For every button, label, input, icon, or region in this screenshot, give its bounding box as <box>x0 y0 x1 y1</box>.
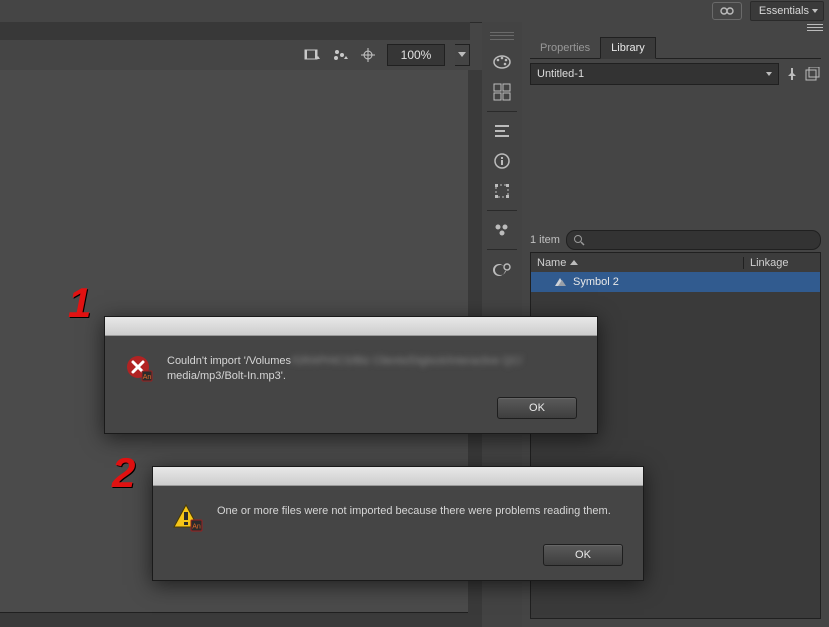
library-item-count: 1 item <box>530 234 560 246</box>
swatches-panel-icon[interactable] <box>487 78 517 106</box>
sort-asc-icon <box>570 260 578 266</box>
stage-toolbar: 100% <box>0 40 476 71</box>
library-document-select[interactable]: Untitled-1 <box>530 63 779 85</box>
transform-panel-icon[interactable] <box>487 177 517 205</box>
new-library-panel-button[interactable] <box>805 67 821 81</box>
tab-library[interactable]: Library <box>600 37 656 59</box>
panel-tabs: Properties Library <box>530 36 821 59</box>
color-panel-icon[interactable] <box>487 48 517 76</box>
library-columns-header[interactable]: Name Linkage <box>530 252 821 274</box>
search-icon <box>573 234 585 246</box>
annotation-2: 2 <box>112 452 135 494</box>
ok-button[interactable]: OK <box>497 397 577 419</box>
zoom-field[interactable]: 100% <box>387 44 445 66</box>
dialog-titlebar[interactable] <box>153 467 643 486</box>
info-panel-icon[interactable] <box>487 147 517 175</box>
library-item-row[interactable]: Symbol 2 <box>530 272 821 293</box>
workspace-label: Essentials <box>759 5 809 17</box>
warning-dialog-import: An One or more files were not imported b… <box>152 466 644 581</box>
sync-icon <box>719 5 735 17</box>
zoom-menu-button[interactable] <box>455 44 470 66</box>
tab-properties[interactable]: Properties <box>530 38 600 58</box>
library-search-input[interactable] <box>566 230 821 250</box>
ok-button[interactable]: OK <box>543 544 623 566</box>
cc-panel-icon[interactable] <box>487 255 517 283</box>
symbol-menu-button[interactable] <box>331 46 349 64</box>
library-preview <box>530 90 821 230</box>
error-icon: An <box>125 354 153 382</box>
svg-text:An: An <box>143 374 152 381</box>
svg-text:An: An <box>192 524 201 531</box>
scene-menu-button[interactable] <box>303 46 321 64</box>
pin-library-button[interactable] <box>785 67 799 81</box>
warning-icon: An <box>173 504 203 532</box>
dialog-message: Couldn't import '/Volumes/GRAPHICS/Biz C… <box>167 354 522 385</box>
annotation-1: 1 <box>68 282 91 324</box>
sync-settings-button[interactable] <box>712 2 742 20</box>
dialog-message: One or more files were not imported beca… <box>217 504 611 532</box>
panel-grip[interactable] <box>490 32 514 40</box>
app-menubar: Essentials <box>0 0 829 23</box>
graphic-symbol-icon <box>553 276 567 288</box>
error-dialog-import: An Couldn't import '/Volumes/GRAPHICS/Bi… <box>104 316 598 434</box>
stage-hscrollbar[interactable] <box>0 612 468 627</box>
center-stage-button[interactable] <box>359 46 377 64</box>
dialog-titlebar[interactable] <box>105 317 597 336</box>
panel-flyout-menu[interactable] <box>807 24 823 34</box>
components-panel-icon[interactable] <box>487 216 517 244</box>
align-panel-icon[interactable] <box>487 117 517 145</box>
workspace-switcher[interactable]: Essentials <box>750 1 824 21</box>
document-tab-bar <box>0 22 470 41</box>
